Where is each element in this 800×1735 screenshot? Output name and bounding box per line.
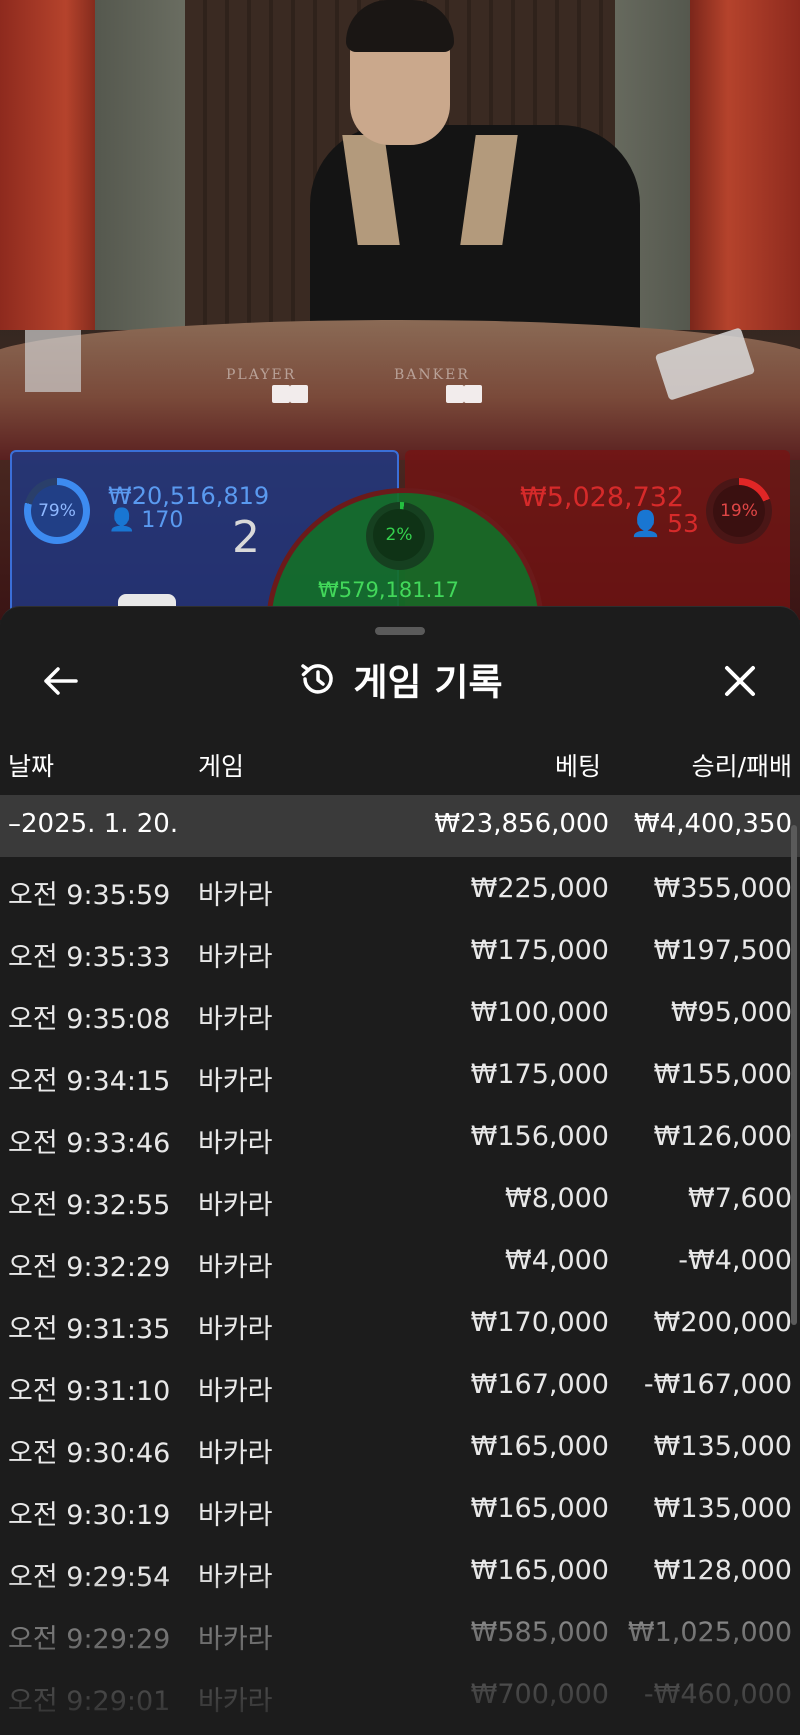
tie-percent: 2% <box>373 509 425 561</box>
player-card <box>272 385 290 403</box>
history-row[interactable]: 오전 9:31:35 바카라 ₩170,000 ₩200,000 <box>0 1291 800 1353</box>
row-result: ₩355,000 <box>653 873 792 904</box>
wall-decoration-left <box>0 0 110 330</box>
column-header-result[interactable]: 승리/패배 <box>692 747 792 783</box>
scrollbar[interactable] <box>791 825 797 1325</box>
row-result: ₩135,000 <box>653 1431 792 1462</box>
row-time: 오전 9:32:29 <box>8 1252 171 1283</box>
date-group-row[interactable]: –2025. 1. 20. ₩23,856,000 ₩4,400,350 <box>0 795 800 857</box>
history-row[interactable]: 오전 9:32:55 바카라 ₩8,000 ₩7,600 <box>0 1167 800 1229</box>
row-game: 바카라 <box>198 1252 273 1283</box>
column-header-date[interactable]: 날짜 <box>8 747 54 783</box>
date-group-label: –2025. 1. 20. <box>8 809 179 839</box>
history-icon <box>301 664 334 694</box>
row-bet: ₩100,000 <box>470 997 609 1028</box>
row-bet: ₩156,000 <box>470 1121 609 1152</box>
tie-total-amount: ₩579,181.17 <box>318 578 460 602</box>
bet-stats-overlay: 79% ₩20,516,819 👤 170 2 2% ₩579,181.17 ₩5… <box>0 448 800 620</box>
list-fade-overlay <box>0 1573 800 1735</box>
row-bet: ₩225,000 <box>470 873 609 904</box>
history-row[interactable]: 오전 9:32:29 바카라 ₩4,000 -₩4,000 <box>0 1229 800 1291</box>
row-game: 바카라 <box>198 1376 273 1407</box>
row-bet: ₩175,000 <box>470 935 609 966</box>
history-row[interactable]: 오전 9:35:33 바카라 ₩175,000 ₩197,500 <box>0 919 800 981</box>
row-bet: ₩165,000 <box>470 1431 609 1462</box>
player-card <box>290 385 308 403</box>
sheet-drag-handle[interactable] <box>375 627 425 635</box>
row-time: 오전 9:33:46 <box>8 1128 171 1159</box>
player-bettor-count-wrap: 👤 170 <box>108 508 183 533</box>
history-row[interactable]: 오전 9:30:19 바카라 ₩165,000 ₩135,000 <box>0 1477 800 1539</box>
row-time: 오전 9:35:08 <box>8 1004 171 1035</box>
row-bet: ₩175,000 <box>470 1059 609 1090</box>
row-game: 바카라 <box>198 1066 273 1097</box>
row-game: 바카라 <box>198 1004 273 1035</box>
banker-bettor-count: 53 <box>667 509 699 538</box>
row-time: 오전 9:34:15 <box>8 1066 171 1097</box>
row-result: ₩200,000 <box>653 1307 792 1338</box>
person-icon: 👤 <box>108 508 136 533</box>
row-bet: ₩8,000 <box>505 1183 609 1214</box>
date-group-result-total: ₩4,400,350 <box>633 809 792 839</box>
row-time: 오전 9:30:46 <box>8 1438 171 1469</box>
row-result: ₩95,000 <box>670 997 792 1028</box>
history-row[interactable]: 오전 9:33:46 바카라 ₩156,000 ₩126,000 <box>0 1105 800 1167</box>
player-percent-ring: 79% <box>24 478 90 544</box>
row-game: 바카라 <box>198 1500 273 1531</box>
row-bet: ₩4,000 <box>505 1245 609 1276</box>
player-percent: 79% <box>31 485 83 537</box>
banker-percent-ring: 19% <box>706 478 772 544</box>
row-bet: ₩167,000 <box>470 1369 609 1400</box>
wall-decoration-right <box>680 0 800 330</box>
banker-card <box>446 385 464 403</box>
row-game: 바카라 <box>198 1438 273 1469</box>
date-group-bet-total: ₩23,856,000 <box>434 809 609 839</box>
row-game: 바카라 <box>198 942 273 973</box>
row-result: -₩167,000 <box>643 1369 792 1400</box>
tie-percent-ring: 2% <box>366 502 434 570</box>
row-game: 바카라 <box>198 1314 273 1345</box>
history-row[interactable]: 오전 9:35:59 바카라 ₩225,000 ₩355,000 <box>0 857 800 919</box>
page-title: 게임 기록 <box>353 661 503 704</box>
column-header-bet[interactable]: 베팅 <box>555 747 601 783</box>
person-icon: 👤 <box>630 509 662 538</box>
row-result: -₩4,000 <box>678 1245 792 1276</box>
row-game: 바카라 <box>198 880 273 911</box>
row-time: 오전 9:35:59 <box>8 880 171 911</box>
row-result: ₩197,500 <box>653 935 792 966</box>
row-game: 바카라 <box>198 1128 273 1159</box>
row-bet: ₩170,000 <box>470 1307 609 1338</box>
game-history-sheet: 게임 기록 날짜 게임 베팅 승리/패배 –2025. 1. 20. ₩23,8… <box>0 606 800 1735</box>
history-row[interactable]: 오전 9:31:10 바카라 ₩167,000 -₩167,000 <box>0 1353 800 1415</box>
sheet-header: 게임 기록 <box>0 649 800 709</box>
close-icon <box>725 666 755 696</box>
wall-panel-left <box>95 0 193 330</box>
banker-card <box>464 385 482 403</box>
history-row[interactable]: 오전 9:35:08 바카라 ₩100,000 ₩95,000 <box>0 981 800 1043</box>
history-row[interactable]: 오전 9:30:46 바카라 ₩165,000 ₩135,000 <box>0 1415 800 1477</box>
row-result: ₩7,600 <box>688 1183 792 1214</box>
row-time: 오전 9:30:19 <box>8 1500 171 1531</box>
row-time: 오전 9:31:35 <box>8 1314 171 1345</box>
table-banker-label: BANKER <box>394 367 470 383</box>
live-video: PLAYER BANKER 79% ₩20,516,819 👤 170 2 2% … <box>0 0 800 620</box>
row-time: 오전 9:32:55 <box>8 1190 171 1221</box>
player-total-amount: ₩20,516,819 <box>108 482 270 510</box>
banker-bettor-count-wrap: 👤 53 <box>630 509 699 539</box>
row-result: ₩126,000 <box>653 1121 792 1152</box>
row-result: ₩135,000 <box>653 1493 792 1524</box>
player-score: 2 <box>232 512 260 563</box>
column-header-game[interactable]: 게임 <box>198 747 244 783</box>
player-bettor-count: 170 <box>141 508 184 533</box>
history-row[interactable]: 오전 9:34:15 바카라 ₩175,000 ₩155,000 <box>0 1043 800 1105</box>
row-result: ₩155,000 <box>653 1059 792 1090</box>
close-button[interactable] <box>718 659 762 703</box>
table-player-label: PLAYER <box>226 367 297 383</box>
row-bet: ₩165,000 <box>470 1493 609 1524</box>
row-time: 오전 9:35:33 <box>8 942 171 973</box>
card-holder <box>25 330 81 392</box>
banker-percent: 19% <box>713 485 765 537</box>
row-game: 바카라 <box>198 1190 273 1221</box>
row-time: 오전 9:31:10 <box>8 1376 171 1407</box>
